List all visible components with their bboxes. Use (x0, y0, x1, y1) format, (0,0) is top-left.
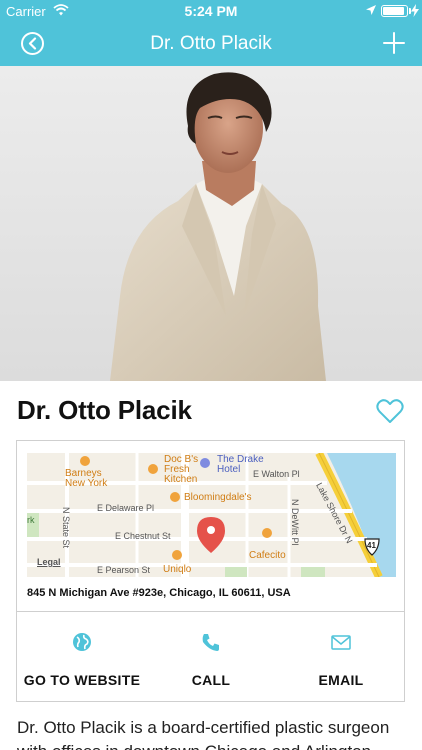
map-label-bloomingdales: Bloomingdale's (184, 492, 252, 503)
contact-card: Barneys New York Doc B's Fresh Kitchen T… (16, 440, 405, 702)
phone-icon (202, 634, 219, 651)
add-button[interactable] (381, 30, 407, 56)
map-label-walton: E Walton Pl (253, 469, 300, 479)
map-legal-link[interactable]: Legal (37, 557, 61, 567)
envelope-icon (331, 635, 351, 650)
portrait-illustration (110, 72, 326, 381)
globe-icon (73, 633, 91, 651)
map-label-chestnut: E Chestnut St (115, 531, 171, 541)
map-label-docbs: Doc B's Fresh Kitchen (164, 454, 199, 485)
charging-bolt-icon (411, 4, 419, 17)
email-label: EMAIL (318, 672, 364, 688)
doctor-bio: Dr. Otto Placik is a board-certified pla… (17, 718, 390, 750)
page-title: Dr. Otto Placik (150, 33, 272, 54)
call-label: CALL (191, 672, 231, 688)
map-label-state: N State St (61, 507, 71, 549)
website-button[interactable]: GO TO WEBSITE (17, 612, 147, 702)
map-label-barneys: Barneys New York (65, 468, 108, 489)
nav-bar: Dr. Otto Placik (0, 22, 422, 66)
doctor-photo (0, 66, 422, 381)
map-highway-number: 41 (367, 541, 376, 550)
map-label-cafecito: Cafecito (249, 550, 286, 561)
map-label-park: rk (27, 515, 35, 525)
address-text: 845 N Michigan Ave #923e, Chicago, IL 60… (27, 587, 291, 599)
doctor-name: Dr. Otto Placik (17, 395, 192, 425)
map-label-uniqlo: Uniqlo (163, 564, 192, 575)
heart-outline-icon[interactable] (376, 398, 404, 424)
call-button[interactable]: CALL (146, 612, 276, 702)
battery-icon (381, 5, 408, 17)
location-map[interactable]: Barneys New York Doc B's Fresh Kitchen T… (27, 453, 396, 577)
clock: 5:24 PM (184, 3, 238, 19)
map-label-delaware: E Delaware Pl (97, 503, 155, 513)
website-label: GO TO WEBSITE (23, 672, 141, 688)
map-label-pearson: E Pearson St (97, 565, 151, 575)
map-label-dewitt: N DeWitt Pl (290, 499, 300, 546)
status-bar: Carrier 5:24 PM (0, 0, 422, 22)
email-button[interactable]: EMAIL (276, 612, 406, 702)
battery-level (383, 7, 405, 15)
location-arrow-icon (366, 5, 376, 15)
